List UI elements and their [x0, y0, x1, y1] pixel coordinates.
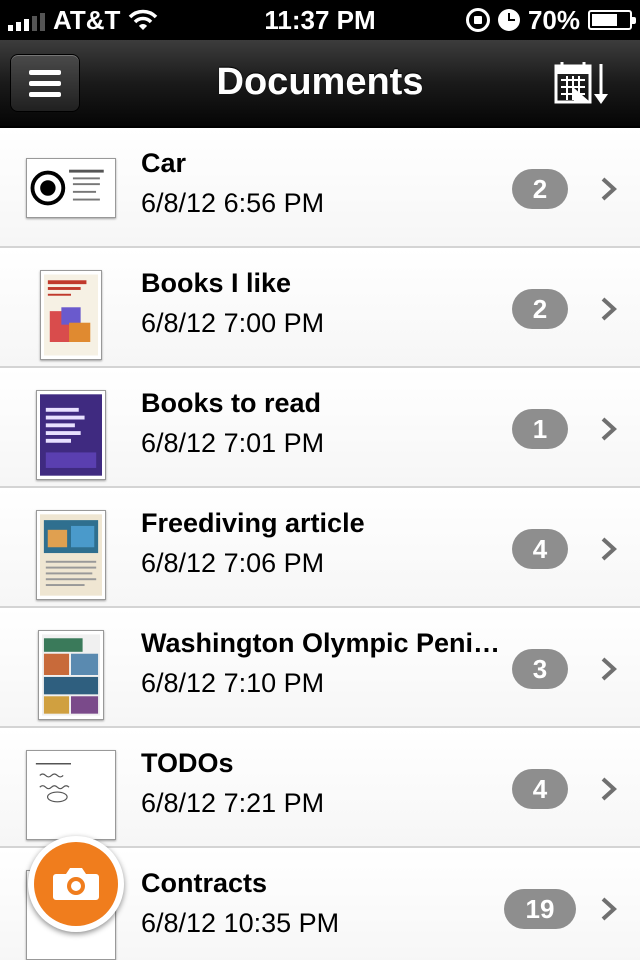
- chevron-right-icon: [601, 897, 617, 921]
- chevron-right-icon: [601, 657, 617, 681]
- chevron-right-icon: [601, 417, 617, 441]
- camera-button[interactable]: [28, 836, 124, 932]
- battery-percent: 70%: [527, 4, 580, 35]
- wifi-icon: [129, 9, 158, 30]
- list-item[interactable]: Car 6/8/12 6:56 PM 2: [0, 128, 640, 248]
- chevron-right-icon: [601, 777, 617, 801]
- document-date: 6/8/12 7:00 PM: [141, 308, 325, 338]
- document-date: 6/8/12 7:10 PM: [141, 668, 325, 698]
- alarm-icon: [497, 9, 520, 31]
- document-thumbnail: [36, 510, 106, 600]
- list-item[interactable]: Books to read 6/8/12 7:01 PM 1: [0, 368, 640, 488]
- list-item[interactable]: Freediving article 6/8/12 7:06 PM 4: [0, 488, 640, 608]
- document-title: Car: [141, 148, 187, 178]
- list-item[interactable]: TODOs 6/8/12 7:21 PM 4: [0, 728, 640, 848]
- battery-icon: [588, 10, 636, 30]
- signal-icon: [8, 9, 45, 31]
- chevron-right-icon: [601, 177, 617, 201]
- carrier-label: AT&T: [53, 4, 121, 35]
- page-count-badge: 1: [512, 409, 568, 449]
- document-title: Books to read: [141, 388, 322, 418]
- page-title: Documents: [216, 61, 424, 103]
- page-count-badge: 3: [512, 649, 568, 689]
- calendar-sort-icon[interactable]: [552, 60, 614, 108]
- document-date: 6/8/12 7:01 PM: [141, 428, 325, 458]
- document-title: Contracts: [141, 868, 268, 898]
- page-count-badge: 19: [504, 889, 576, 929]
- status-left: AT&T: [8, 5, 158, 36]
- page-count-badge: 2: [512, 289, 568, 329]
- document-title: Books I like: [141, 268, 292, 298]
- menu-button[interactable]: [10, 54, 80, 112]
- page-count-badge: 4: [512, 769, 568, 809]
- status-bar: AT&T 11:37 PM 70%: [0, 0, 640, 40]
- orientation-lock-icon: [465, 8, 490, 32]
- menu-icon: [29, 69, 61, 75]
- document-date: 6/8/12 6:56 PM: [141, 188, 325, 218]
- document-thumbnail: [26, 750, 116, 840]
- list-item[interactable]: Books I like 6/8/12 7:00 PM 2: [0, 248, 640, 368]
- document-list: Car 6/8/12 6:56 PM 2 Books I like 6/8/12…: [0, 128, 640, 960]
- status-right: 70%: [465, 4, 636, 36]
- document-title: Freediving article: [141, 508, 365, 538]
- document-thumbnail: [26, 158, 116, 218]
- document-thumbnail: [40, 270, 102, 360]
- chevron-right-icon: [601, 537, 617, 561]
- document-date: 6/8/12 7:06 PM: [141, 548, 325, 578]
- document-date: 6/8/12 10:35 PM: [141, 908, 340, 938]
- document-date: 6/8/12 7:21 PM: [141, 788, 325, 818]
- chevron-right-icon: [601, 297, 617, 321]
- document-title: TODOs: [141, 748, 234, 778]
- document-thumbnail: [38, 630, 104, 720]
- page-count-badge: 4: [512, 529, 568, 569]
- list-item[interactable]: Washington Olympic Peni… 6/8/12 7:10 PM …: [0, 608, 640, 728]
- document-title: Washington Olympic Peni…: [141, 628, 501, 658]
- camera-icon: [53, 868, 99, 900]
- document-thumbnail: [36, 390, 106, 480]
- navigation-bar: Documents: [0, 40, 640, 128]
- page-count-badge: 2: [512, 169, 568, 209]
